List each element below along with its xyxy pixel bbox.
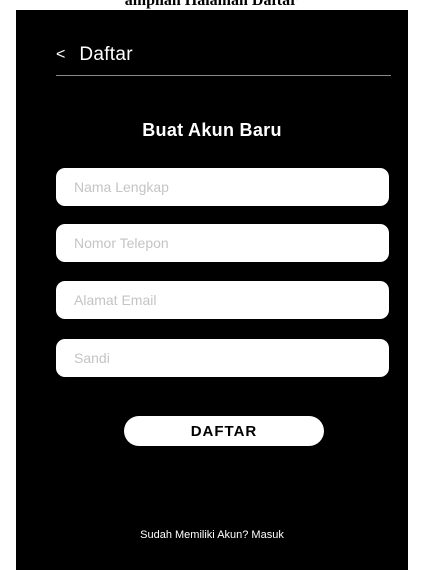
page-caption: ampilan Halaman Daftar bbox=[124, 0, 298, 9]
password-input[interactable] bbox=[56, 339, 389, 377]
header-title: Daftar bbox=[79, 44, 133, 65]
form-title: Buat Akun Baru bbox=[142, 120, 282, 140]
full-name-input[interactable] bbox=[56, 168, 389, 206]
register-button[interactable]: DAFTAR bbox=[124, 416, 324, 446]
phone-number-input[interactable] bbox=[56, 224, 389, 262]
app-header: < Daftar bbox=[56, 40, 391, 70]
login-link[interactable]: Sudah Memiliki Akun? Masuk bbox=[16, 529, 408, 541]
header-divider bbox=[56, 75, 391, 76]
register-screen: < Daftar Buat Akun Baru DAFTAR Sudah Mem… bbox=[16, 10, 408, 570]
email-input[interactable] bbox=[56, 281, 389, 319]
back-arrow-icon[interactable]: < bbox=[56, 46, 65, 64]
